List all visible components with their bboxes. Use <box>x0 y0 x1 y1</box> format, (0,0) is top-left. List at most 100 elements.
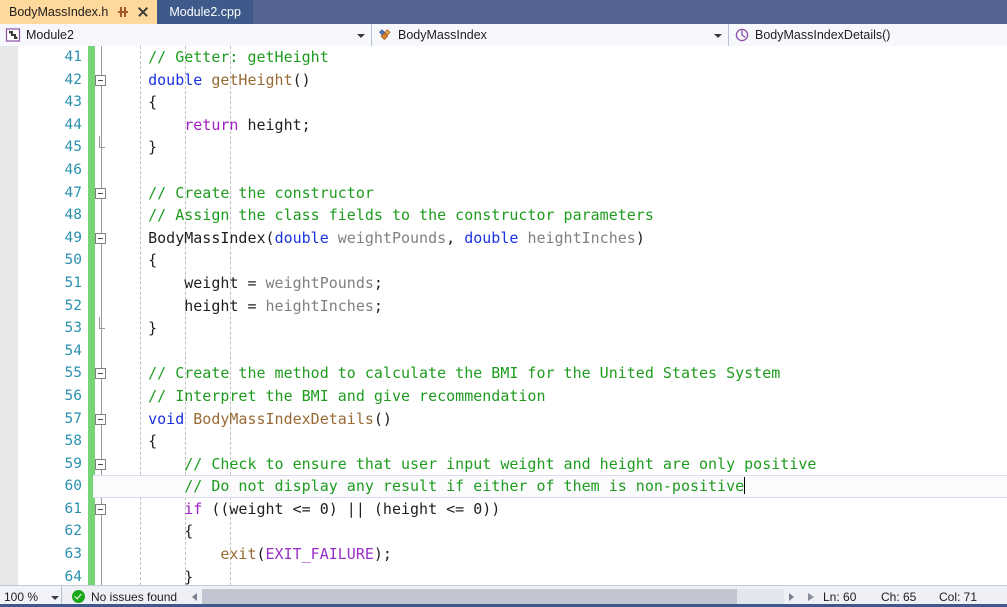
line-number: 53 <box>64 320 82 337</box>
collapse-minus-icon[interactable] <box>95 503 106 515</box>
code-token: heightInches <box>265 296 374 315</box>
scrollbar-track[interactable] <box>202 589 784 604</box>
code-line[interactable]: 48 // Assign the class fields to the con… <box>0 204 1007 227</box>
line-number: 46 <box>64 161 82 178</box>
line-number: 60 <box>64 478 82 495</box>
code-lines-container[interactable]: 41 // Getter: getHeight 42 double getHeig… <box>0 46 1007 585</box>
code-token: } <box>112 319 158 338</box>
line-number: 41 <box>64 49 82 65</box>
code-token: height = <box>112 296 266 315</box>
code-line[interactable]: 42 double getHeight() <box>0 69 1007 92</box>
code-line[interactable]: 47 // Create the constructor <box>0 182 1007 205</box>
code-token: weightPounds <box>265 273 374 292</box>
code-token: heightInches <box>527 228 636 247</box>
line-number: 63 <box>64 546 82 563</box>
code-line[interactable]: 44 return height; <box>0 114 1007 137</box>
code-text: height = heightInches; <box>112 295 383 318</box>
code-line[interactable]: 54 <box>0 340 1007 363</box>
code-line[interactable]: 56 // Interpret the BMI and give recomme… <box>0 385 1007 408</box>
code-token: ); <box>373 545 392 564</box>
line-number: 64 <box>64 568 82 585</box>
tab-bodymassindex-h[interactable]: BodyMassIndex.h <box>0 0 158 24</box>
code-line[interactable]: 53 } <box>0 317 1007 340</box>
code-text: // Interpret the BMI and give recommenda… <box>112 385 545 408</box>
project-dropdown[interactable]: Module2 <box>0 24 372 46</box>
code-text: { <box>112 249 157 272</box>
code-line[interactable]: 43 { <box>0 91 1007 114</box>
line-number: 51 <box>64 274 82 291</box>
code-token: ((weight <= 0) || (height <= 0)) <box>202 499 501 518</box>
code-token: void <box>148 409 185 428</box>
text-caret <box>744 477 746 495</box>
class-icon <box>377 27 393 43</box>
collapse-minus-icon[interactable] <box>95 413 106 425</box>
code-text: // Create the method to calculate the BM… <box>112 362 780 385</box>
code-line[interactable]: 41 // Getter: getHeight <box>0 46 1007 69</box>
code-text: // Getter: getHeight <box>112 46 329 69</box>
tab-module2-cpp[interactable]: Module2.cpp <box>157 0 253 24</box>
code-token: // Create the method to calculate the BM… <box>112 364 781 383</box>
scroll-left-icon[interactable] <box>187 589 202 605</box>
line-number: 42 <box>64 71 82 88</box>
code-line[interactable]: 57 void BodyMassIndexDetails() <box>0 408 1007 431</box>
code-token: () <box>292 70 311 89</box>
code-token: // Create the constructor <box>112 183 374 202</box>
code-editor[interactable]: 41 // Getter: getHeight 42 double getHeig… <box>0 46 1007 585</box>
code-line[interactable]: 62 { <box>0 520 1007 543</box>
code-line[interactable]: 63 exit(EXIT_FAILURE); <box>0 543 1007 566</box>
code-token: ( <box>265 228 275 247</box>
line-number: 59 <box>64 455 82 472</box>
code-line[interactable]: 59 // Check to ensure that user input we… <box>0 453 1007 476</box>
line-number: 52 <box>64 297 82 314</box>
code-line[interactable]: 64 } <box>0 566 1007 585</box>
close-icon[interactable] <box>136 5 150 19</box>
line-number: 56 <box>64 387 82 404</box>
collapse-minus-icon[interactable] <box>95 74 106 86</box>
code-text: void BodyMassIndexDetails() <box>112 408 392 431</box>
collapse-minus-icon[interactable] <box>95 187 106 199</box>
chevron-down-icon[interactable] <box>712 24 724 46</box>
class-dropdown[interactable]: BodyMassIndex <box>372 24 729 46</box>
collapse-minus-icon[interactable] <box>95 232 106 244</box>
code-token: ; <box>373 273 383 292</box>
code-line[interactable]: 52 height = heightInches; <box>0 295 1007 318</box>
line-number: 49 <box>64 229 82 246</box>
code-text: return height; <box>112 114 310 137</box>
code-token: double <box>464 228 519 247</box>
line-number: 58 <box>64 433 82 450</box>
tab-label: Module2.cpp <box>169 5 241 19</box>
code-line[interactable]: 61 if ((weight <= 0) || (height <= 0)) <box>0 498 1007 521</box>
line-number: 43 <box>64 94 82 111</box>
code-token: return <box>184 115 239 134</box>
collapse-minus-icon[interactable] <box>95 458 106 470</box>
collapse-minus-icon[interactable] <box>95 368 106 380</box>
code-line[interactable]: 60 // Do not display any result if eithe… <box>0 475 1007 498</box>
code-text: } <box>112 136 157 159</box>
chevron-down-icon[interactable] <box>355 24 367 46</box>
code-token: EXIT_FAILURE <box>265 545 374 564</box>
code-line[interactable]: 58 { <box>0 430 1007 453</box>
code-line[interactable]: 55 // Create the method to calculate the… <box>0 362 1007 385</box>
member-dropdown[interactable]: BodyMassIndexDetails() <box>729 24 1007 46</box>
code-line[interactable]: 45 } <box>0 136 1007 159</box>
code-line[interactable]: 46 <box>0 159 1007 182</box>
tab-label: BodyMassIndex.h <box>9 5 109 19</box>
scroll-right-icon[interactable] <box>784 589 799 605</box>
code-token: BodyMassIndex <box>148 228 266 247</box>
code-token: , <box>446 228 465 247</box>
scrollbar-thumb[interactable] <box>202 589 738 604</box>
code-line[interactable]: 51 weight = weightPounds; <box>0 272 1007 295</box>
code-line[interactable]: 50 { <box>0 249 1007 272</box>
code-text: { <box>112 520 193 543</box>
code-token: // Do not display any result if either o… <box>112 477 745 496</box>
code-line[interactable]: 49 BodyMassIndex(double weightPounds, do… <box>0 227 1007 250</box>
pin-icon[interactable] <box>116 5 130 19</box>
code-text: // Assign the class fields to the constr… <box>112 204 654 227</box>
line-number: 45 <box>64 139 82 156</box>
code-token: // Getter: getHeight <box>112 48 329 66</box>
